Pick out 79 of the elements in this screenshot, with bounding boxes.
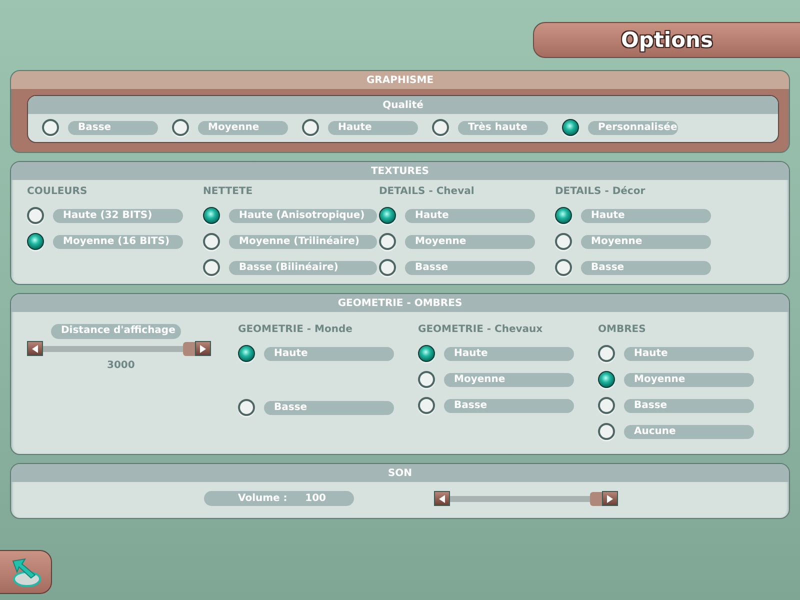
radio-button[interactable] <box>203 233 220 250</box>
option-label: Haute <box>405 208 535 222</box>
right-arrow-button[interactable] <box>195 341 211 356</box>
radio-button[interactable] <box>562 119 579 136</box>
radio-button[interactable] <box>27 207 44 224</box>
radio-button[interactable] <box>172 119 189 136</box>
group-heading: DETAILS - Décor <box>555 186 646 198</box>
group-heading: NETTETE <box>203 186 254 198</box>
group-heading: DETAILS - Cheval <box>379 186 476 198</box>
option-label: Haute (32 BITS) <box>53 208 183 222</box>
radio-button[interactable] <box>555 259 572 276</box>
back-button[interactable] <box>0 550 52 594</box>
panel-title: GEOMETRIE - OMBRES <box>11 294 789 312</box>
radio-button[interactable] <box>379 207 396 224</box>
option-label: Moyenne <box>581 234 711 248</box>
group-heading: GEOMETRIE - Chevaux <box>418 324 544 336</box>
group-heading: OMBRES <box>598 324 647 336</box>
right-arrow-icon <box>198 344 208 354</box>
radio-button[interactable] <box>379 233 396 250</box>
option-label: Haute <box>444 346 574 360</box>
radio-button[interactable] <box>555 207 572 224</box>
option-label: Basse (Bilinéaire) <box>229 260 377 274</box>
volume-label: Volume : <box>238 492 288 506</box>
slider-thumb[interactable] <box>183 342 195 356</box>
panel-title: TEXTURES <box>11 162 789 180</box>
page-title: Options <box>533 22 800 58</box>
left-arrow-icon <box>437 494 447 504</box>
option-label: Moyenne <box>624 372 754 386</box>
option-label: Haute (Anisotropique) <box>229 208 377 222</box>
option-label: Haute <box>328 120 418 134</box>
option-label: Moyenne <box>405 234 535 248</box>
option-label: Moyenne (Trilinéaire) <box>229 234 377 248</box>
option-label: Haute <box>624 346 754 360</box>
panel-title: Qualité <box>28 96 778 114</box>
radio-button[interactable] <box>238 399 255 416</box>
distance-value: 3000 <box>107 360 135 371</box>
radio-button[interactable] <box>203 207 220 224</box>
group-heading: GEOMETRIE - Monde <box>238 324 354 336</box>
radio-button[interactable] <box>598 397 615 414</box>
radio-button[interactable] <box>598 423 615 440</box>
left-arrow-button[interactable] <box>434 491 450 506</box>
left-arrow-icon <box>30 344 40 354</box>
option-label: Basse <box>264 400 394 414</box>
radio-button[interactable] <box>302 119 319 136</box>
radio-button[interactable] <box>432 119 449 136</box>
radio-button[interactable] <box>598 345 615 362</box>
radio-button[interactable] <box>598 371 615 388</box>
right-arrow-icon <box>605 494 615 504</box>
distance-slider[interactable] <box>43 342 195 356</box>
option-label: Aucune <box>624 424 754 438</box>
slider-thumb[interactable] <box>590 492 602 506</box>
radio-button[interactable] <box>238 345 255 362</box>
radio-button[interactable] <box>418 397 435 414</box>
radio-button[interactable] <box>203 259 220 276</box>
radio-button[interactable] <box>555 233 572 250</box>
option-label: Haute <box>581 208 711 222</box>
panel-title: SON <box>11 464 789 482</box>
radio-button[interactable] <box>42 119 59 136</box>
radio-button[interactable] <box>379 259 396 276</box>
option-label: Basse <box>444 398 574 412</box>
distance-label: Distance d'affichage <box>51 324 181 339</box>
option-label: Moyenne <box>198 120 288 134</box>
right-arrow-button[interactable] <box>602 491 618 506</box>
option-label: Basse <box>68 120 158 134</box>
option-label: Très haute <box>458 120 548 134</box>
radio-button[interactable] <box>27 233 44 250</box>
option-label: Basse <box>581 260 711 274</box>
left-arrow-button[interactable] <box>27 341 43 356</box>
option-label: Basse <box>624 398 754 412</box>
option-label: Moyenne (16 BITS) <box>53 234 183 248</box>
group-heading: COULEURS <box>27 186 88 198</box>
radio-button[interactable] <box>418 345 435 362</box>
panel-title: GRAPHISME <box>11 71 789 89</box>
option-label: Basse <box>405 260 535 274</box>
radio-button[interactable] <box>418 371 435 388</box>
volume-value: 100 <box>305 492 326 506</box>
option-label: Moyenne <box>444 372 574 386</box>
option-label: Personnalisée <box>588 120 678 134</box>
option-label: Haute <box>264 346 394 360</box>
